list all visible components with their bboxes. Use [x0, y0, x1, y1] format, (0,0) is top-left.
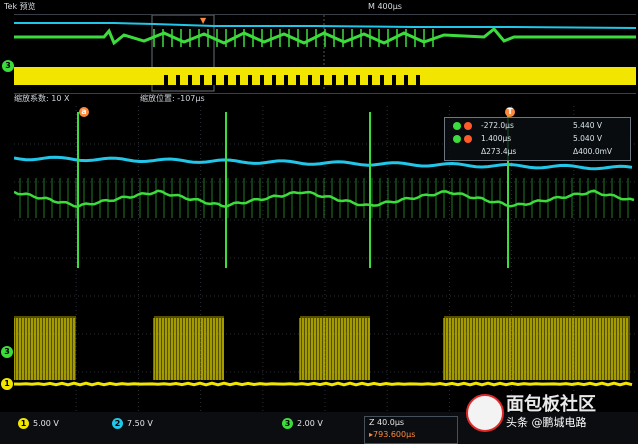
- ch1-level-marker: 1: [1, 378, 13, 390]
- ch3-scale-button[interactable]: 3 2.00 V: [282, 418, 323, 430]
- cursor-b-dot-icon: [464, 135, 472, 143]
- overview-gap: [224, 75, 228, 85]
- ch3-dot-icon: [453, 122, 461, 130]
- overview-trigger-marker: ▼: [200, 16, 207, 25]
- zoom-position: 缩放位置: -107μs: [140, 94, 205, 103]
- trigger-position: ▸793.600μs: [369, 430, 416, 439]
- cursor-b-marker[interactable]: T: [505, 107, 515, 117]
- zoom-info-bar: 缩放系数: 10 X 缩放位置: -107μs: [0, 92, 638, 106]
- overview-gap: [320, 75, 324, 85]
- overview-gap: [248, 75, 252, 85]
- overview-gap: [176, 75, 180, 85]
- overview-gap: [260, 75, 264, 85]
- delta-time: Δ273.4μs: [481, 147, 517, 156]
- timebase-readout: M 400μs: [368, 2, 402, 11]
- timebase-box[interactable]: Z 40.0μs ▸793.600μs: [364, 416, 458, 444]
- overview-gap: [284, 75, 288, 85]
- overview-gap: [272, 75, 276, 85]
- cursor-a-volt: 5.440 V: [573, 121, 602, 130]
- watermark: 面包板社区 头条 @鹏城电路: [466, 390, 636, 440]
- overview-gap: [164, 75, 168, 85]
- overview-gap: [236, 75, 240, 85]
- overview-gap: [380, 75, 384, 85]
- overview-waveforms: ▼: [14, 14, 637, 92]
- watermark-site: 面包板社区: [506, 394, 596, 415]
- cursor-b-volt: 5.040 V: [573, 134, 602, 143]
- overview-gap: [404, 75, 408, 85]
- ch1-trace: [13, 381, 633, 387]
- ch3-level-marker: 3: [1, 346, 13, 358]
- overview-record: ▼: [14, 14, 637, 94]
- overview-gap: [188, 75, 192, 85]
- overview-gap: [392, 75, 396, 85]
- overview-gap: [356, 75, 360, 85]
- cursor-a-dot-icon: [464, 122, 472, 130]
- ch1-bursts: [13, 316, 630, 380]
- overview-gap: [212, 75, 216, 85]
- watermark-author: 头条 @鹏城电路: [506, 416, 587, 429]
- community-logo-icon: [466, 394, 504, 432]
- cursor-a-time: -272.0μs: [481, 121, 514, 130]
- cursor-a-marker[interactable]: a: [79, 107, 89, 117]
- overview-gap: [332, 75, 336, 85]
- overview-gap: [296, 75, 300, 85]
- overview-gap: [200, 75, 204, 85]
- ch1-scale-button[interactable]: 1 5.00 V: [18, 418, 59, 430]
- zoom-factor: 缩放系数: 10 X: [14, 94, 70, 103]
- zoom-time: Z 40.0μs: [369, 418, 405, 427]
- overview-gap: [368, 75, 372, 85]
- cursor-measurement-box: -272.0μs 5.440 V 1.400μs 5.040 V Δ273.4μ…: [444, 117, 631, 161]
- scope-title: Tek 预览: [4, 2, 36, 11]
- delta-volt: Δ400.0mV: [573, 147, 613, 156]
- ch2-scale-button[interactable]: 2 7.50 V: [112, 418, 153, 430]
- cursor-b-time: 1.400μs: [481, 134, 512, 143]
- status-header: Tek 预览 M 400μs: [0, 0, 638, 14]
- overview-gap: [344, 75, 348, 85]
- overview-gap: [308, 75, 312, 85]
- ch3-ringing: [19, 178, 629, 218]
- overview-ch3-marker: 3: [2, 60, 14, 72]
- oscilloscope-screen: Tek 预览 M 400μs ▼ 3 缩放系数: 10 X 缩放位置: -107…: [0, 0, 638, 444]
- overview-gap: [416, 75, 420, 85]
- ch3-dot-icon: [453, 135, 461, 143]
